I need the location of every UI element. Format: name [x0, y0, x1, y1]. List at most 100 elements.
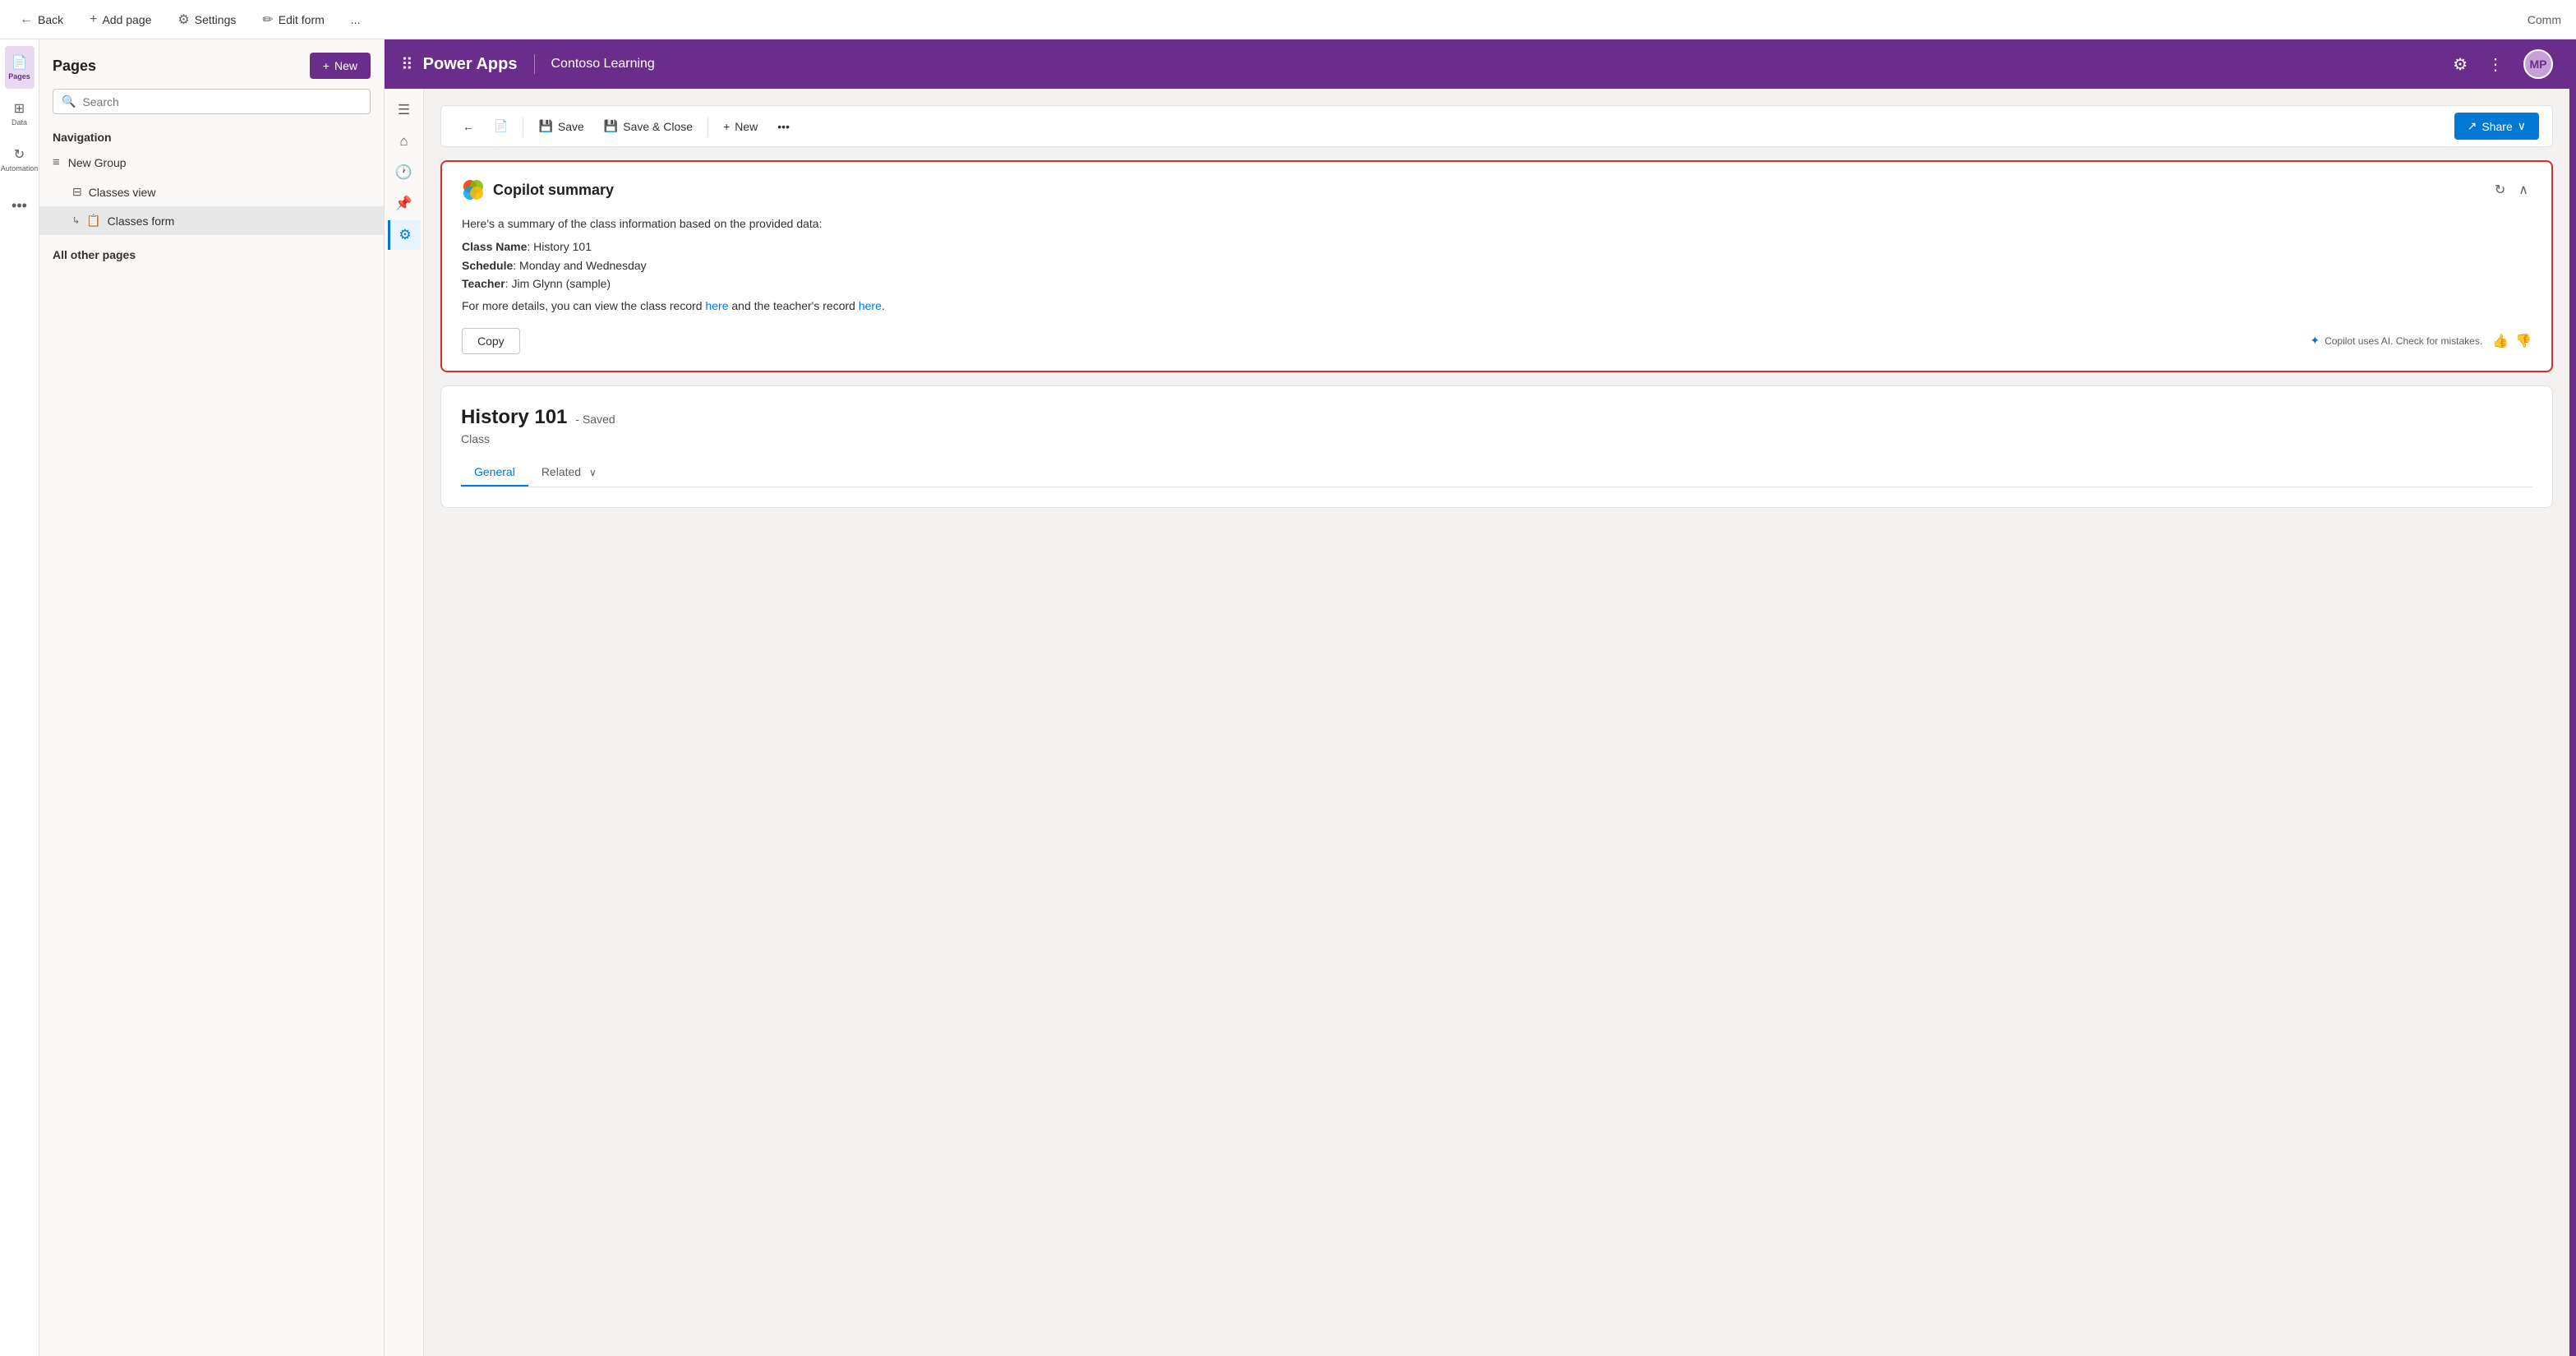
class-name-value: History 101	[533, 240, 592, 253]
add-page-button[interactable]: + Add page	[85, 9, 156, 30]
add-page-label: Add page	[102, 13, 151, 26]
save-close-button[interactable]: 💾 Save & Close	[596, 114, 701, 138]
teacher-record-link[interactable]: here	[859, 299, 882, 312]
classes-form-item[interactable]: ↳ 📋 Classes form	[39, 206, 384, 235]
search-box[interactable]: 🔍	[53, 89, 371, 114]
copy-button[interactable]: Copy	[462, 328, 520, 354]
new-group-label: New Group	[68, 156, 127, 169]
navigation-label: Navigation	[39, 124, 384, 147]
back-icon: ←	[20, 12, 33, 27]
classes-view-label: Classes view	[89, 186, 156, 199]
settings-button[interactable]: ⚙ Settings	[173, 8, 241, 31]
copilot-card: Copilot summary ↻ ∧ Here's a summary of …	[440, 160, 2553, 372]
app-subtitle: Contoso Learning	[551, 57, 655, 71]
copilot-header: Copilot summary ↻ ∧	[462, 178, 2532, 201]
record-subtitle: Class	[461, 432, 2532, 445]
app-header: ⠿ Power Apps Contoso Learning ⚙ ⋮ MP	[385, 39, 2569, 89]
class-name-label: Class Name	[462, 240, 527, 253]
back-button[interactable]: ← Back	[15, 9, 68, 30]
new-record-button[interactable]: + New	[715, 115, 766, 138]
toolbar-sep-2	[707, 117, 708, 136]
all-other-pages-label: All other pages	[39, 235, 384, 265]
record-status: - Saved	[575, 413, 615, 426]
content-with-nav: ☰ ⌂ 🕐 📌 ⚙ ← 📄 💾	[385, 89, 2569, 1356]
class-record-link[interactable]: here	[705, 299, 728, 312]
save-label: Save	[558, 120, 584, 133]
pin-nav-item[interactable]: 📌	[389, 189, 419, 219]
header-divider	[534, 54, 535, 74]
classes-form-label: Classes form	[108, 214, 175, 228]
new-group-item[interactable]: ≡ New Group	[39, 147, 384, 178]
search-icon: 🔍	[62, 95, 76, 108]
teacher-value: Jim Glynn (sample)	[511, 277, 611, 290]
share-button[interactable]: ↗ Share ∨	[2454, 113, 2539, 140]
home-nav-item[interactable]: ⌂	[389, 127, 419, 156]
record-title: History 101	[461, 406, 567, 429]
clock-nav-item[interactable]: 🕐	[389, 158, 419, 187]
classes-form-icon: 📋	[86, 214, 100, 228]
hamburger-nav-item[interactable]: ☰	[389, 95, 419, 125]
collapse-copilot-button[interactable]: ∧	[2515, 178, 2532, 201]
new-record-icon: +	[723, 120, 730, 133]
more-toolbar-button[interactable]: •••	[769, 115, 798, 138]
edit-icon: ✏	[262, 12, 273, 28]
pages-sidebar: Pages + New 🔍 Navigation ≡ New Group ⊟ C…	[39, 39, 385, 1356]
search-input[interactable]	[82, 95, 362, 108]
edit-form-label: Edit form	[279, 13, 325, 26]
save-button[interactable]: 💾 Save	[530, 114, 592, 138]
share-chevron-icon: ∨	[2518, 119, 2526, 133]
top-bar: ← Back + Add page ⚙ Settings ✏ Edit form…	[0, 0, 2576, 39]
schedule-value: Monday and Wednesday	[519, 259, 647, 272]
tab-related[interactable]: Related ∨	[528, 459, 615, 487]
classes-view-icon: ⊟	[72, 185, 82, 199]
tabs-row: General Related ∨	[461, 459, 2532, 487]
tab-general[interactable]: General	[461, 459, 528, 487]
gear-nav-item[interactable]: ⚙	[388, 220, 421, 250]
thumbs-up-button[interactable]: 👍	[2492, 333, 2509, 349]
record-title-row: History 101 - Saved	[461, 406, 2532, 429]
copilot-class-name: Class Name: History 101	[462, 238, 2532, 256]
form-area: ← 📄 💾 Save 💾 Save & Close	[424, 89, 2569, 1356]
copilot-controls: ↻ ∧	[2491, 178, 2532, 201]
share-icon: ↗	[2468, 119, 2477, 133]
more-button[interactable]: ...	[346, 10, 366, 30]
data-nav-item[interactable]: ⊞ Data	[5, 92, 35, 135]
settings-label: Settings	[195, 13, 237, 26]
data-icon: ⊞	[14, 100, 25, 117]
copilot-disclaimer-row: ✦ Copilot uses AI. Check for mistakes. 👍…	[2310, 333, 2532, 349]
automation-nav-item[interactable]: ↻ Automation	[5, 138, 35, 181]
form-toolbar: ← 📄 💾 Save 💾 Save & Close	[440, 105, 2553, 147]
classes-view-item[interactable]: ⊟ Classes view	[39, 178, 384, 206]
back-form-button[interactable]: ←	[454, 115, 482, 138]
save-close-label: Save & Close	[623, 120, 693, 133]
copilot-title: Copilot summary	[493, 182, 614, 199]
record-card: History 101 - Saved Class General Relate…	[440, 385, 2553, 508]
more-details-prefix: For more details, you can view the class…	[462, 299, 705, 312]
arrow-icon: ↳	[72, 215, 80, 226]
pages-icon: 📄	[12, 54, 28, 71]
thumbs-down-button[interactable]: 👎	[2515, 333, 2532, 349]
avatar[interactable]: MP	[2523, 49, 2553, 79]
grid-icon[interactable]: ⠿	[401, 54, 413, 75]
more-label: ...	[351, 13, 361, 26]
more-nav-item[interactable]: •••	[5, 191, 35, 220]
new-btn-label: New	[334, 59, 357, 72]
more-toolbar-icon: •••	[777, 120, 790, 133]
left-icon-nav: 📄 Pages ⊞ Data ↻ Automation •••	[0, 39, 39, 1356]
new-page-button[interactable]: + New	[310, 53, 371, 79]
copilot-ai-icon: ✦	[2310, 334, 2320, 348]
settings-header-icon[interactable]: ⚙	[2453, 54, 2468, 75]
document-icon: 📄	[494, 119, 508, 133]
copilot-logo	[462, 178, 485, 201]
right-panel-hint	[2569, 39, 2576, 1356]
schedule-label: Schedule	[462, 259, 513, 272]
copilot-more-details: For more details, you can view the class…	[462, 297, 2532, 315]
teacher-label: Teacher	[462, 277, 505, 290]
document-button[interactable]: 📄	[486, 114, 516, 138]
copilot-footer: Copy ✦ Copilot uses AI. Check for mistak…	[462, 328, 2532, 354]
pages-nav-item[interactable]: 📄 Pages	[5, 46, 35, 89]
refresh-copilot-button[interactable]: ↻	[2491, 178, 2509, 201]
ellipsis-header-icon[interactable]: ⋮	[2487, 54, 2504, 75]
edit-form-button[interactable]: ✏ Edit form	[257, 8, 329, 31]
copilot-intro: Here's a summary of the class informatio…	[462, 214, 2532, 233]
